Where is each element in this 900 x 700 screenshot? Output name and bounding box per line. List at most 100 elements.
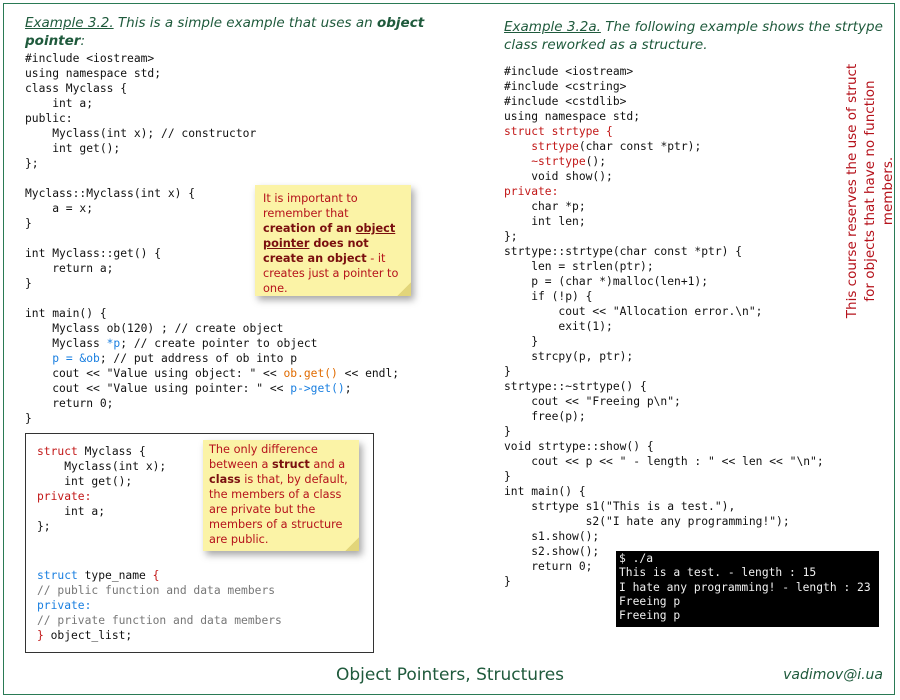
code-token: (); bbox=[585, 155, 607, 168]
code-line: class Myclass { bbox=[25, 81, 399, 96]
code-token: }; bbox=[25, 157, 39, 170]
code-line: using namespace std; bbox=[25, 66, 399, 81]
left-heading: Example 3.2. This is a simple example th… bbox=[25, 14, 455, 50]
code-token: Myclass::Myclass(int x) { bbox=[25, 187, 196, 200]
code-token: ob.get() bbox=[283, 367, 338, 380]
struct-note-strong-2: class bbox=[209, 473, 241, 486]
code-token: void show(); bbox=[504, 170, 613, 183]
code-line: strtype s1("This is a test."), bbox=[504, 499, 824, 514]
code-token: } bbox=[504, 575, 511, 588]
code-token: Myclass(int x); // constructor bbox=[25, 127, 257, 140]
code-token: struct strtype { bbox=[504, 125, 613, 138]
code-token: } bbox=[504, 425, 511, 438]
code-token: public: bbox=[25, 112, 73, 125]
code-line: int get(); bbox=[25, 141, 399, 156]
code-line: Myclass(int x); // constructor bbox=[25, 126, 399, 141]
code-line: strtype::~strtype() { bbox=[504, 379, 824, 394]
code-line: struct strtype { bbox=[504, 124, 824, 139]
code-token: } bbox=[504, 335, 539, 348]
code-token: *p bbox=[106, 337, 121, 350]
code-token: private: bbox=[37, 599, 92, 612]
terminal-line: I hate any programming! - length : 23 bbox=[619, 580, 871, 594]
code-line: strtype(char const *ptr); bbox=[504, 139, 824, 154]
code-token: s2.show(); bbox=[504, 545, 600, 558]
code-line: #include <cstdlib> bbox=[504, 94, 824, 109]
code-token: ; // put address of ob into p bbox=[99, 352, 298, 365]
code-token: struct bbox=[37, 445, 78, 458]
code-line: Myclass ob(120) ; // create object bbox=[25, 321, 399, 336]
code-token: Myclass(int x); bbox=[37, 460, 167, 473]
code-token: if (!p) { bbox=[504, 290, 593, 303]
code-line: void show(); bbox=[504, 169, 824, 184]
code-token: #include <iostream> bbox=[25, 52, 155, 65]
code-token: int main() { bbox=[504, 485, 586, 498]
code-line: private: bbox=[37, 598, 282, 613]
code-token: int len; bbox=[504, 215, 586, 228]
code-token: s1.show(); bbox=[504, 530, 600, 543]
code-token: cout << "Allocation error.\n"; bbox=[504, 305, 763, 318]
code-line: int a; bbox=[37, 504, 166, 519]
code-line: int main() { bbox=[504, 484, 824, 499]
code-line: }; bbox=[25, 156, 399, 171]
sidebar-note: This course reserves the use of struct f… bbox=[843, 62, 896, 320]
code-token: << endl; bbox=[337, 367, 400, 380]
code-token: private: bbox=[37, 490, 92, 503]
right-example-label: Example 3.2a. bbox=[504, 19, 601, 35]
code-token: } bbox=[37, 629, 51, 642]
code-token: } bbox=[504, 365, 511, 378]
code-token: strcpy(p, ptr); bbox=[504, 350, 634, 363]
code-line: using namespace std; bbox=[504, 109, 824, 124]
code-token: a = x; bbox=[25, 202, 94, 215]
code-token: Myclass ob(120) ; // create object bbox=[25, 322, 284, 335]
code-line: len = strlen(ptr); bbox=[504, 259, 824, 274]
code-line: ~strtype(); bbox=[504, 154, 824, 169]
code-line: #include <iostream> bbox=[504, 64, 824, 79]
code-token: s2("I hate any programming!"); bbox=[504, 515, 790, 528]
code-token: int a; bbox=[37, 505, 106, 518]
code-line: #include <cstring> bbox=[504, 79, 824, 94]
code-token: p = (char *)malloc(len+1); bbox=[504, 275, 709, 288]
code-token: int main() { bbox=[25, 307, 107, 320]
code-token: int Myclass::get() { bbox=[25, 247, 162, 260]
code-token: }; bbox=[504, 230, 518, 243]
code-token: (char const *ptr); bbox=[578, 140, 702, 153]
sidebar-note-text: This course reserves the use of struct f… bbox=[844, 63, 896, 319]
code-token: p->get() bbox=[290, 382, 345, 395]
code-token: return a; bbox=[25, 262, 114, 275]
code-line: p = (char *)malloc(len+1); bbox=[504, 274, 824, 289]
code-token: int a; bbox=[25, 97, 94, 110]
author-email: vadimov@i.ua bbox=[783, 667, 883, 683]
code-token: return 0; bbox=[504, 560, 593, 573]
code-token: strtype bbox=[531, 140, 579, 153]
code-line: } bbox=[504, 469, 824, 484]
code-line: s1.show(); bbox=[504, 529, 824, 544]
code-line: } bbox=[504, 424, 824, 439]
code-token: using namespace std; bbox=[25, 67, 162, 80]
code-token: char *p; bbox=[504, 200, 586, 213]
terminal-line: This is a test. - length : 15 bbox=[619, 566, 817, 580]
code-line: } object_list; bbox=[37, 628, 282, 643]
code-token: free(p); bbox=[504, 410, 586, 423]
code-line: if (!p) { bbox=[504, 289, 824, 304]
code-line: int main() { bbox=[25, 306, 399, 321]
code-line: free(p); bbox=[504, 409, 824, 424]
code-line: Myclass *p; // create pointer to object bbox=[25, 336, 399, 351]
code-line: cout << "Value using pointer: " << p->ge… bbox=[25, 381, 399, 396]
terminal-line: $ ./a bbox=[619, 552, 654, 565]
right-heading: Example 3.2a. The following example show… bbox=[504, 18, 884, 54]
struct-syntax-block: struct type_name {// public function and… bbox=[37, 568, 282, 643]
code-token: // private function and data members bbox=[37, 614, 282, 627]
code-line: int len; bbox=[504, 214, 824, 229]
code-line: } bbox=[504, 334, 824, 349]
code-token: } bbox=[25, 217, 32, 230]
code-line: // private function and data members bbox=[37, 613, 282, 628]
code-token: cout << "Value using object: " << bbox=[25, 367, 284, 380]
terminal-output: $ ./a This is a test. - length : 15 I hate… bbox=[616, 551, 879, 627]
code-token: ~strtype bbox=[504, 155, 586, 168]
code-line: } bbox=[504, 364, 824, 379]
code-token: Myclass { bbox=[77, 445, 146, 458]
code-line: struct type_name { bbox=[37, 568, 282, 583]
code-token: class Myclass { bbox=[25, 82, 128, 95]
